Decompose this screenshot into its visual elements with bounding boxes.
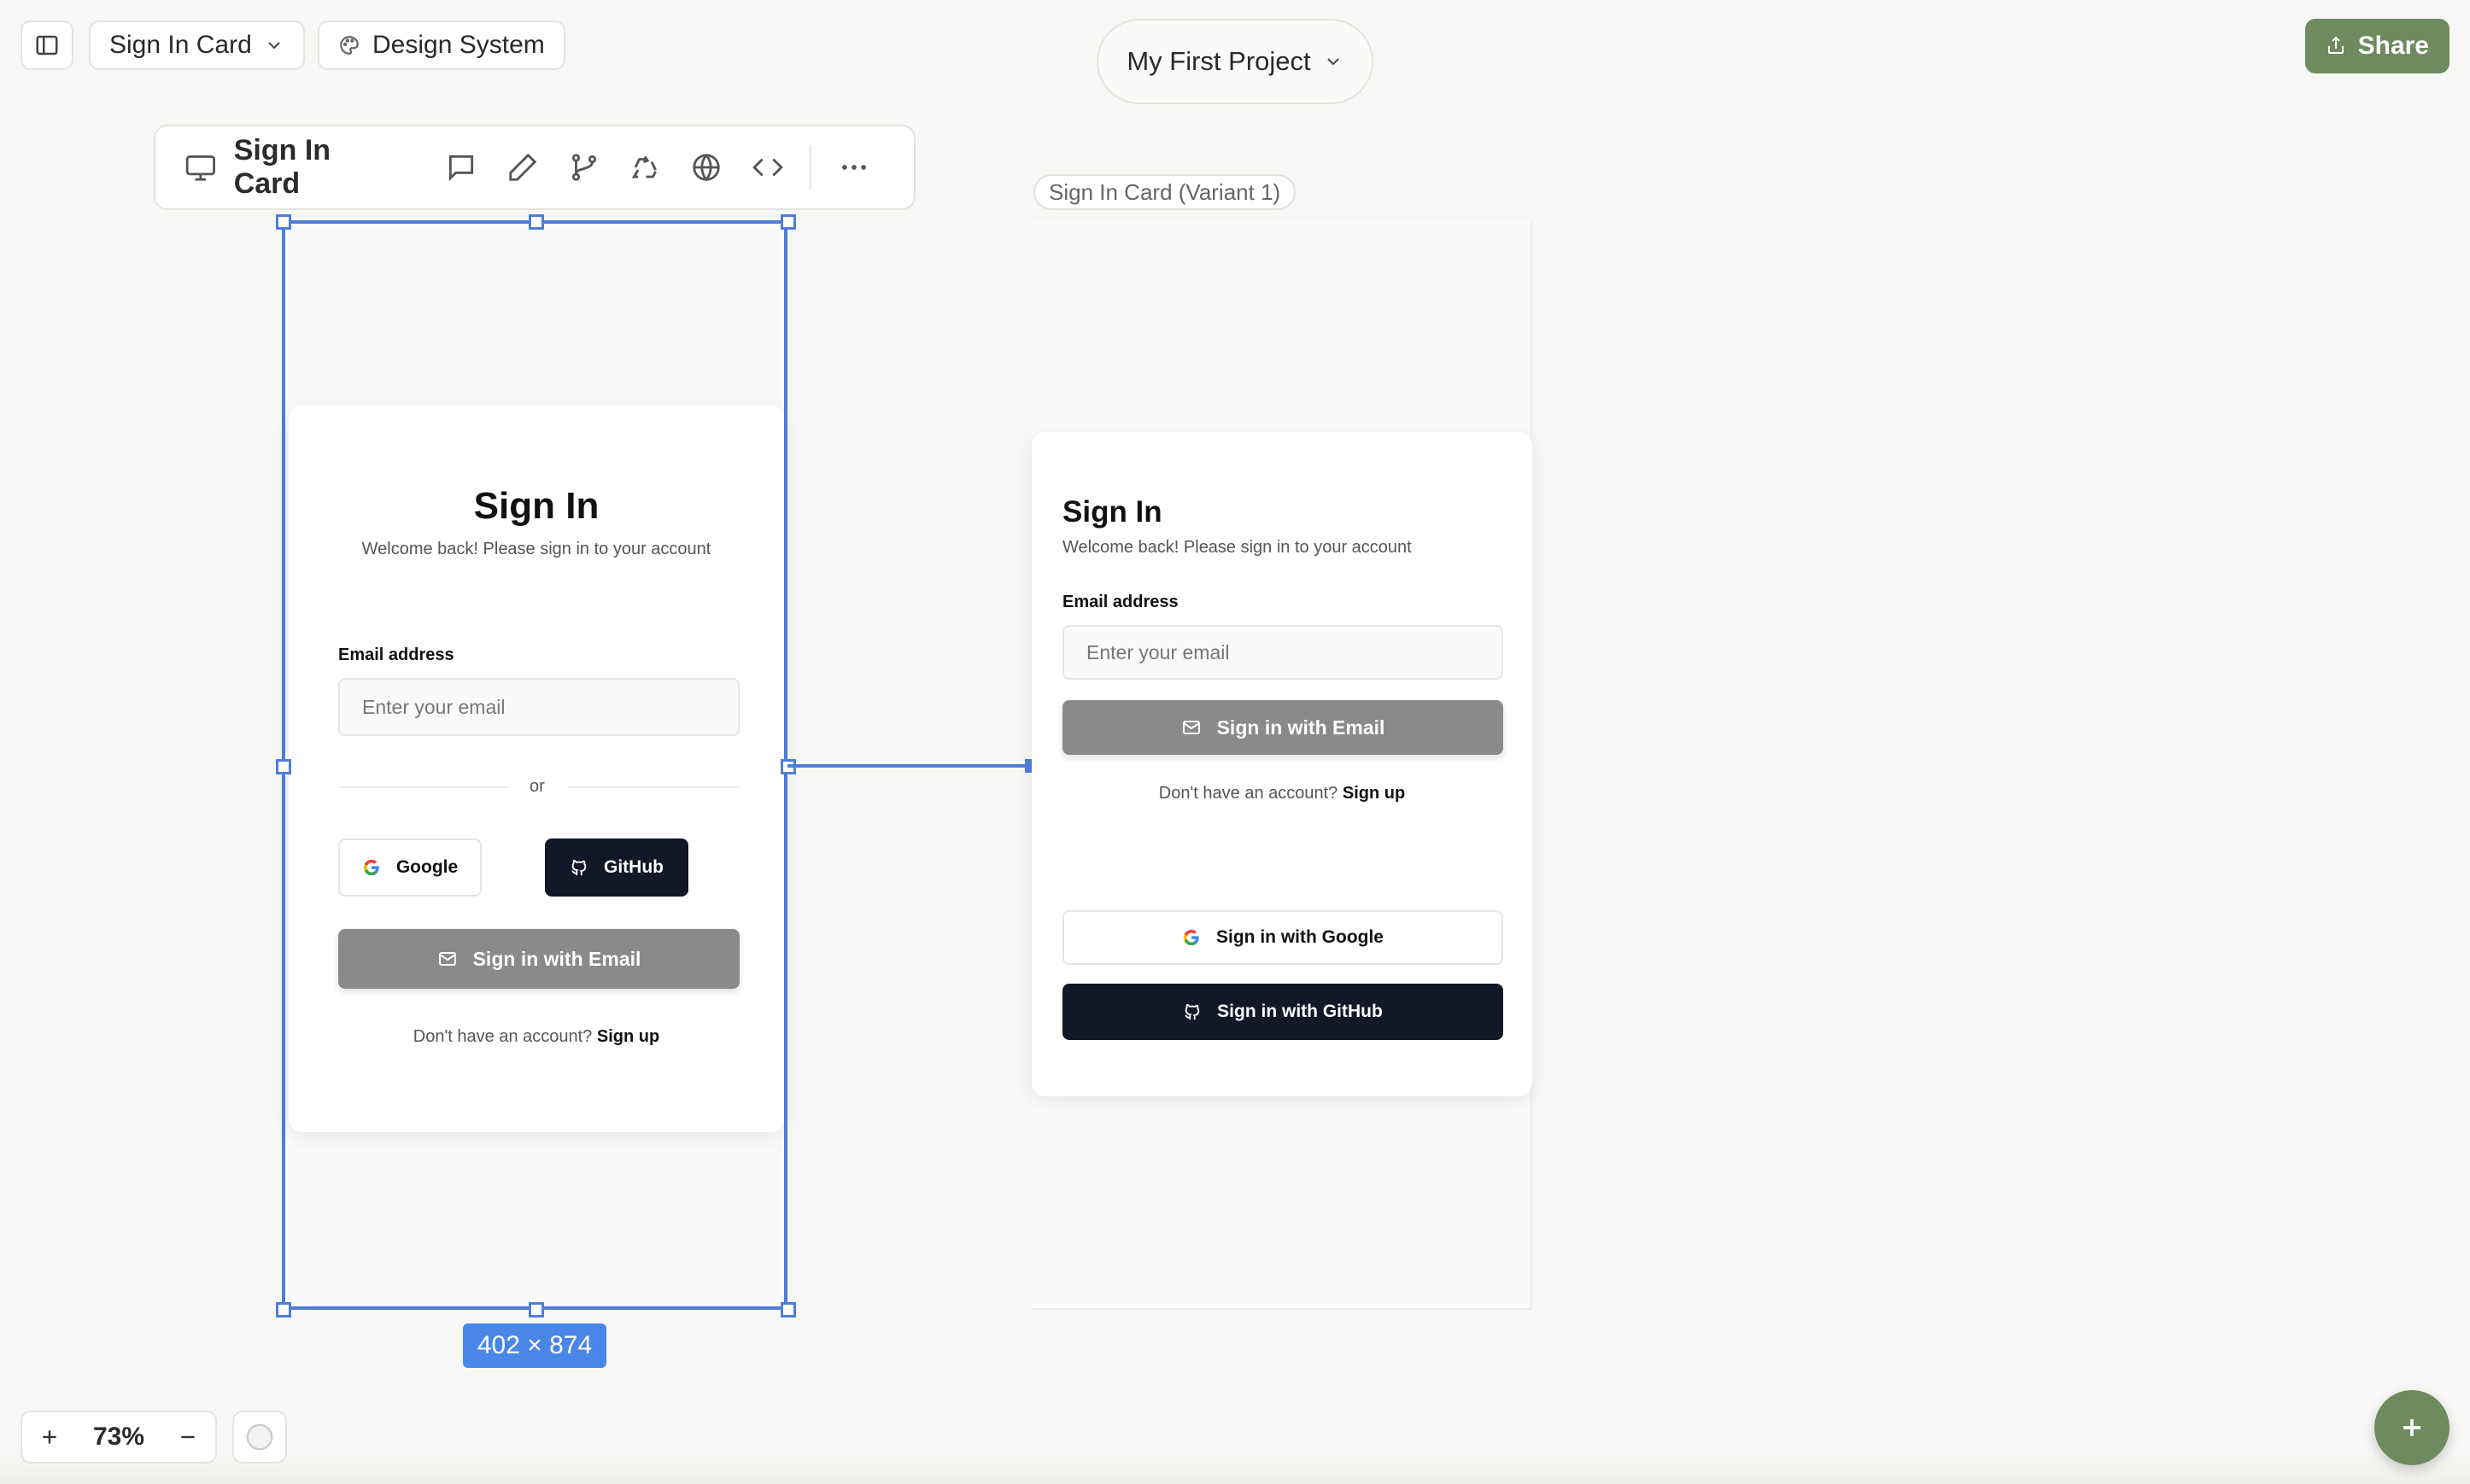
zoom-controls: 73% (20, 1411, 217, 1464)
share-icon (2327, 36, 2344, 54)
zoom-level: 73% (92, 1423, 145, 1451)
github-icon (571, 859, 587, 876)
github-signin-button[interactable]: Sign in with GitHub (1062, 984, 1503, 1040)
divider-line-left (338, 786, 509, 788)
card-subtitle: Welcome back! Please sign in to your acc… (1062, 538, 1412, 557)
signup-link[interactable]: Sign up (1343, 784, 1405, 803)
divider-text: or (530, 777, 545, 796)
design-system-button[interactable]: Design System (318, 20, 565, 70)
frame-title: Sign In Card (233, 134, 331, 200)
design-system-label: Design System (372, 31, 545, 59)
canvas-bottom-fade (0, 1452, 2470, 1484)
card-title: Sign In (473, 485, 600, 527)
comment-icon (449, 155, 474, 182)
email-signin-label: Sign in with Email (472, 947, 641, 970)
resize-handle-bottom-right[interactable] (781, 1302, 796, 1317)
frame-size-badge: 402 × 874 (463, 1323, 606, 1368)
signup-row: Don't have an account? Sign up (289, 1027, 784, 1047)
globe-icon (693, 154, 720, 182)
zoom-in-button[interactable] (22, 1412, 77, 1462)
google-button[interactable]: Google (338, 838, 482, 897)
palette-icon (340, 36, 359, 55)
project-select-dropdown[interactable]: My First Project (1097, 19, 1373, 104)
share-label: Share (2357, 32, 2429, 60)
branch-button[interactable] (553, 135, 615, 200)
email-signin-label: Sign in with Email (1216, 716, 1385, 739)
resize-handle-bottom[interactable] (529, 1302, 544, 1317)
page-select-label: Sign In Card (109, 31, 252, 59)
minus-icon (181, 1435, 195, 1439)
signup-prompt: Don't have an account? (413, 1027, 593, 1046)
project-name: My First Project (1127, 46, 1311, 76)
google-signin-button[interactable]: Sign in with Google (1062, 910, 1503, 965)
resize-handle-top-left[interactable] (276, 214, 291, 230)
code-button[interactable] (737, 135, 799, 200)
code-icon (752, 158, 783, 177)
resize-handle-bottom-left[interactable] (276, 1302, 291, 1317)
chevron-down-icon (1326, 58, 1339, 66)
pencil-icon (509, 153, 537, 181)
more-button[interactable] (823, 135, 885, 200)
email-placeholder: Enter your email (1086, 640, 1230, 663)
plus-icon (43, 1430, 56, 1444)
resize-handle-top-right[interactable] (781, 214, 796, 230)
google-icon (1183, 929, 1199, 946)
variant-label[interactable]: Sign In Card (Variant 1) (1033, 174, 1296, 210)
mail-icon (1182, 721, 1200, 734)
email-signin-button[interactable]: Sign in with Email (1062, 700, 1503, 755)
github-icon (1185, 1003, 1200, 1020)
google-icon (363, 859, 379, 876)
sidebar-toggle-button[interactable] (20, 20, 73, 70)
email-label: Email address (1062, 593, 1179, 611)
regenerate-button[interactable] (614, 135, 676, 200)
mail-icon (438, 952, 456, 966)
share-button[interactable]: Share (2304, 19, 2450, 73)
email-input[interactable]: Enter your email (338, 678, 740, 736)
email-label: Email address (338, 646, 454, 664)
monitor-icon (185, 155, 215, 181)
sign-in-card: Sign In Welcome back! Please sign in to … (289, 405, 784, 1132)
signup-prompt: Don't have an account? (1158, 784, 1338, 803)
signup-row: Don't have an account? Sign up (1032, 784, 1532, 803)
frame-sign-in-card-variant-1[interactable]: Sign In Welcome back! Please sign in to … (1032, 222, 1532, 1310)
more-horizontal-icon (842, 165, 867, 170)
resize-handle-top[interactable] (529, 214, 544, 230)
theme-toggle-button[interactable] (232, 1411, 287, 1464)
comment-button[interactable] (431, 135, 493, 200)
email-placeholder: Enter your email (362, 695, 506, 718)
git-branch-icon (571, 154, 596, 181)
frame-toolbar: Sign In Card (154, 125, 916, 210)
signup-link[interactable]: Sign up (597, 1027, 659, 1046)
github-label: GitHub (604, 857, 664, 877)
toolbar-divider (810, 145, 812, 190)
email-signin-button[interactable]: Sign in with Email (338, 929, 740, 989)
circle-icon (246, 1423, 273, 1451)
add-button[interactable] (2374, 1390, 2450, 1465)
sign-in-card-variant: Sign In Welcome back! Please sign in to … (1032, 432, 1532, 1096)
github-signin-label: Sign in with GitHub (1217, 1002, 1383, 1021)
sidebar-icon (36, 35, 58, 56)
google-signin-label: Sign in with Google (1216, 927, 1384, 947)
email-input[interactable]: Enter your email (1062, 625, 1503, 680)
divider-line-right (567, 786, 740, 788)
variant-connector-line (787, 764, 1033, 768)
google-label: Google (395, 857, 459, 877)
page-select-dropdown[interactable]: Sign In Card (89, 20, 305, 70)
zoom-out-button[interactable] (161, 1412, 215, 1462)
recycle-icon (632, 155, 658, 178)
globe-button[interactable] (676, 135, 737, 200)
resize-handle-left[interactable] (276, 759, 291, 774)
edit-button[interactable] (492, 135, 553, 200)
frame-sign-in-card[interactable]: Sign In Welcome back! Please sign in to … (276, 214, 796, 1317)
card-subtitle: Welcome back! Please sign in to your acc… (361, 540, 711, 558)
github-button[interactable]: GitHub (545, 838, 688, 897)
chevron-down-icon (268, 42, 280, 50)
plus-icon (2403, 1419, 2420, 1436)
card-title: Sign In (1062, 495, 1162, 529)
